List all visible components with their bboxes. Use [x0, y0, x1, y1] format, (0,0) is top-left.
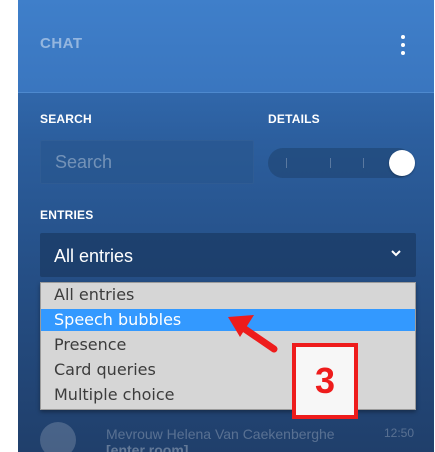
chevron-down-icon — [391, 250, 401, 257]
menu-dot — [401, 43, 405, 47]
avatar — [40, 422, 76, 452]
kebab-menu-icon[interactable] — [400, 35, 406, 55]
annotation-arrow-icon — [228, 315, 278, 353]
toggle-tick — [330, 158, 331, 168]
entries-select[interactable]: All entries — [40, 233, 416, 277]
details-toggle[interactable] — [268, 148, 415, 178]
entries-selected-value: All entries — [54, 246, 134, 266]
chat-header: CHAT — [18, 0, 434, 93]
dropdown-option-card-queries[interactable]: Card queries — [41, 359, 415, 381]
dropdown-option-multiple-choice[interactable]: Multiple choice — [41, 384, 415, 406]
message-author: Mevrouw Helena Van Caekenberghe — [106, 426, 335, 442]
menu-dot — [401, 35, 405, 39]
message-time: 12:50 — [383, 426, 414, 440]
details-label: DETAILS — [268, 112, 320, 126]
chat-panel: CHAT SEARCH DETAILS ENTRIES All entries … — [18, 0, 434, 452]
dropdown-option-all-entries[interactable]: All entries — [41, 284, 415, 306]
toggle-tick — [286, 158, 287, 168]
chat-title: CHAT — [40, 35, 83, 52]
message-text: [enter room] — [106, 442, 189, 452]
search-input[interactable] — [41, 141, 253, 183]
entries-label: ENTRIES — [40, 208, 94, 222]
annotation-step-badge: 3 — [292, 343, 358, 419]
toggle-tick — [363, 158, 364, 168]
menu-dot — [401, 51, 405, 55]
search-field[interactable] — [40, 140, 254, 184]
search-label: SEARCH — [40, 112, 92, 126]
toggle-knob[interactable] — [389, 150, 415, 176]
annotation-number: 3 — [314, 360, 336, 401]
